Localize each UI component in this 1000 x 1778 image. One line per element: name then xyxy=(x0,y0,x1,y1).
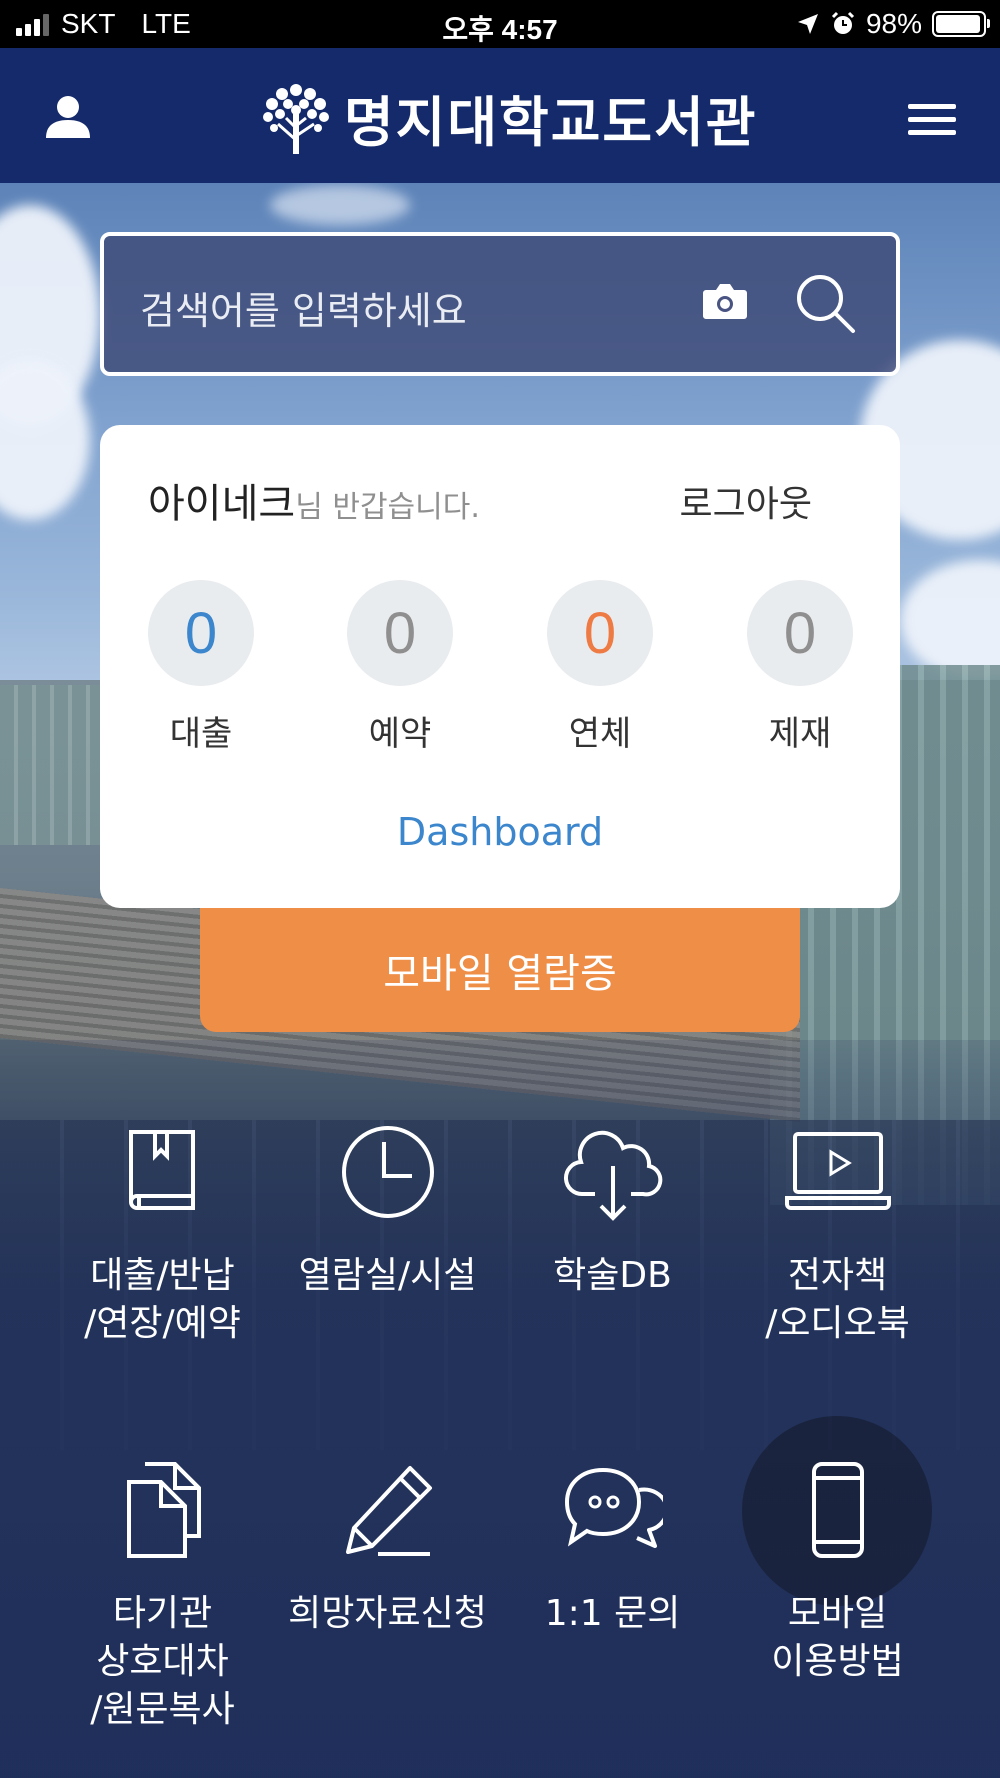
stat-overdue-count: 0 xyxy=(547,580,653,686)
alarm-icon xyxy=(831,11,855,34)
stat-reservations-label: 예약 xyxy=(368,714,432,754)
book-icon xyxy=(128,1130,195,1210)
app-header: 명지대학교도서관 xyxy=(0,48,1000,183)
menu-interlibrary-line2: 상호대차 xyxy=(96,1641,229,1682)
menu-mobile-guide-line1: 모바일 xyxy=(787,1593,888,1634)
menu-interlibrary[interactable]: 타기관 상호대차 /원문복사 xyxy=(50,1460,275,1734)
menu-loan-return-line2: /연장/예약 xyxy=(84,1303,241,1344)
pencil-icon xyxy=(345,1466,432,1556)
stat-loans[interactable]: 0 대출 xyxy=(148,580,254,755)
stat-restrictions[interactable]: 0 제재 xyxy=(747,580,853,755)
logout-button[interactable]: 로그아웃 xyxy=(680,475,812,527)
battery-percent: 98% xyxy=(865,8,922,39)
stat-reservations[interactable]: 0 예약 xyxy=(347,580,453,755)
dashboard-link[interactable]: Dashboard xyxy=(100,810,900,854)
location-arrow-icon xyxy=(797,14,818,34)
menu-reading-room-line1: 열람실/시설 xyxy=(298,1255,477,1296)
stat-loans-label: 대출 xyxy=(169,714,233,754)
document-copy-icon xyxy=(126,1462,201,1558)
user-icon[interactable] xyxy=(44,94,92,142)
menu-ebook-line1: 전자책 xyxy=(787,1255,888,1296)
menu-academic-db[interactable]: 학술DB xyxy=(500,1122,725,1300)
tree-logo-icon xyxy=(263,83,329,154)
chat-bubbles-icon xyxy=(564,1467,663,1548)
cloud xyxy=(270,185,410,225)
camera-icon[interactable] xyxy=(702,280,748,320)
status-right: 98% xyxy=(796,8,990,40)
stat-reservations-count: 0 xyxy=(347,580,453,686)
library-logo[interactable]: 명지대학교도서관 xyxy=(258,78,757,157)
search-input[interactable]: 검색어를 입력하세요 xyxy=(140,280,467,335)
user-card: 아이네크님 반갑습니다. 로그아웃 0 대출 0 예약 0 연체 0 제재 Da… xyxy=(100,425,900,908)
library-title: 명지대학교도서관 xyxy=(344,91,758,154)
stat-restrictions-count: 0 xyxy=(747,580,853,686)
menu-inquiry-line1: 1:1 문의 xyxy=(544,1593,681,1634)
laptop-play-icon xyxy=(784,1132,891,1210)
menu-mobile-guide-line2: 이용방법 xyxy=(771,1641,904,1682)
battery-icon xyxy=(932,11,990,37)
clock-icon xyxy=(341,1126,434,1218)
search-bar[interactable]: 검색어를 입력하세요 xyxy=(100,232,900,376)
smartphone-icon xyxy=(811,1462,864,1558)
mobile-pass-label: 모바일 열람증 xyxy=(383,951,617,997)
greeting-suffix: 님 반갑습니다. xyxy=(295,490,480,525)
menu-request-material[interactable]: 희망자료신청 xyxy=(275,1460,500,1638)
cloud-download-icon xyxy=(563,1130,662,1221)
menu-interlibrary-line1: 타기관 xyxy=(112,1593,213,1634)
stat-restrictions-label: 제재 xyxy=(768,714,832,754)
menu-loan-return[interactable]: 대출/반납 /연장/예약 xyxy=(50,1122,275,1348)
menu-academic-db-line1: 학술DB xyxy=(553,1255,672,1296)
mobile-pass-button[interactable]: 모바일 열람증 xyxy=(200,908,800,1032)
menu-mobile-guide[interactable]: 모바일 이용방법 xyxy=(725,1460,950,1686)
search-icon[interactable] xyxy=(794,272,856,334)
menu-reading-room[interactable]: 열람실/시설 xyxy=(275,1122,500,1300)
greeting: 아이네크님 반갑습니다. xyxy=(148,471,480,529)
menu-interlibrary-line3: /원문복사 xyxy=(90,1689,235,1730)
hamburger-menu-icon[interactable] xyxy=(908,104,956,140)
user-name: 아이네크 xyxy=(148,481,296,527)
status-bar: SKT LTE 오후 4:57 98% xyxy=(0,0,1000,48)
stat-overdue[interactable]: 0 연체 xyxy=(547,580,653,755)
menu-ebook[interactable]: 전자책 /오디오북 xyxy=(725,1122,950,1348)
menu-inquiry[interactable]: 1:1 문의 xyxy=(500,1460,725,1638)
stat-loans-count: 0 xyxy=(148,580,254,686)
menu-ebook-line2: /오디오북 xyxy=(765,1303,910,1344)
stat-overdue-label: 연체 xyxy=(568,714,632,754)
menu-request-material-line1: 희망자료신청 xyxy=(288,1593,487,1634)
menu-loan-return-line1: 대출/반납 xyxy=(90,1255,235,1296)
